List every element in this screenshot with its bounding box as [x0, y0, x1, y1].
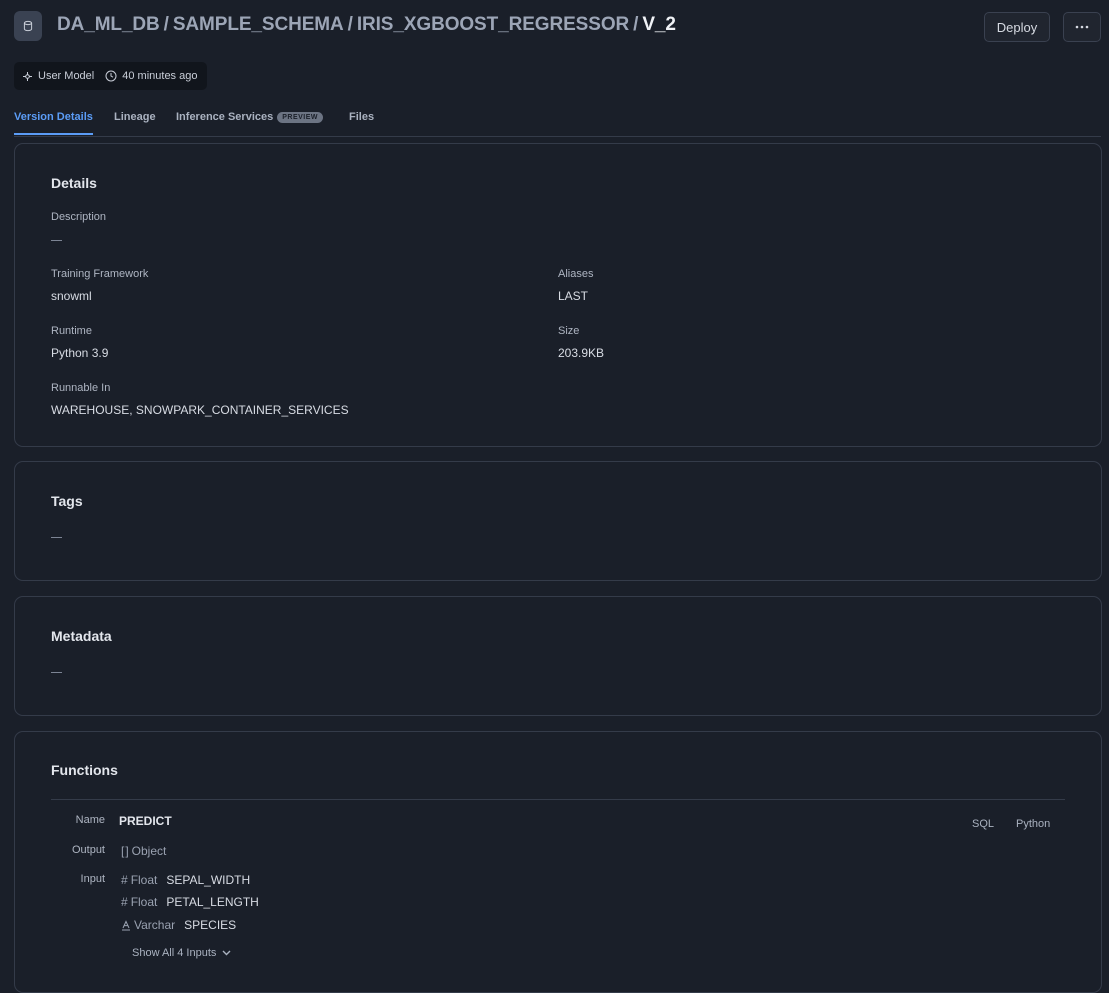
- breadcrumb-separator: /: [347, 14, 353, 35]
- input-name: SPECIES: [184, 918, 237, 932]
- functions-title: Functions: [51, 762, 118, 778]
- more-options-button[interactable]: [1063, 12, 1101, 42]
- breadcrumb-model[interactable]: IRIS_XGBOOST_REGRESSOR: [357, 14, 629, 35]
- input-name: PETAL_LENGTH: [166, 895, 259, 909]
- tags-title: Tags: [51, 493, 83, 509]
- details-card: Details Description Training Framework s…: [14, 143, 1102, 447]
- function-name-label: Name: [75, 814, 105, 826]
- output-type: Object: [131, 844, 167, 858]
- description-empty-dash: [51, 240, 62, 241]
- tab-lineage[interactable]: Lineage: [114, 111, 156, 123]
- breadcrumb-version: V_2: [642, 14, 676, 35]
- function-input-label: Input: [80, 873, 105, 885]
- input-item: # Float PETAL_LENGTH: [121, 895, 259, 909]
- metadata-card: Metadata: [14, 596, 1102, 716]
- description-label: Description: [51, 211, 107, 223]
- runtime-label: Runtime: [51, 325, 92, 337]
- text-type-icon: [122, 919, 130, 930]
- runtime-value: Python 3.9: [51, 346, 109, 360]
- breadcrumb-separator: /: [163, 14, 169, 35]
- function-output-value: [ ] Object: [121, 844, 166, 858]
- more-horizontal-icon: [1075, 25, 1089, 29]
- hash-icon: #: [121, 873, 128, 887]
- preview-badge: PREVIEW: [277, 112, 324, 123]
- object-icon: [ ]: [121, 844, 129, 858]
- model-icon: [23, 71, 32, 81]
- modified-time: 40 minutes ago: [122, 70, 198, 82]
- size-label: Size: [558, 325, 580, 337]
- show-all-inputs-button[interactable]: Show All 4 Inputs: [132, 947, 231, 959]
- breadcrumb-separator: /: [633, 14, 639, 35]
- input-item: # Float SEPAL_WIDTH: [121, 873, 250, 887]
- size-value: 203.9KB: [558, 346, 605, 360]
- aliases-value: LAST: [558, 289, 589, 303]
- input-type: Float: [130, 895, 158, 909]
- model-meta-chip: User Model 40 minutes ago: [14, 62, 208, 90]
- input-type: Varchar: [134, 918, 176, 932]
- tab-sql[interactable]: SQL: [972, 818, 994, 830]
- tab-bar: Version Details Lineage Inference Servic…: [14, 104, 1101, 137]
- tab-files[interactable]: Files: [349, 111, 374, 123]
- runnable-in-label: Runnable In: [51, 382, 111, 394]
- function-name-value: PREDICT: [119, 814, 172, 828]
- breadcrumb-database[interactable]: DA_ML_DB: [57, 14, 160, 35]
- input-item: Varchar SPECIES: [121, 918, 236, 932]
- model-type-label: User Model: [38, 70, 95, 82]
- functions-divider: [51, 799, 1065, 800]
- input-type: Float: [130, 873, 158, 887]
- tab-python[interactable]: Python: [1016, 818, 1050, 830]
- clock-icon: [105, 70, 117, 82]
- metadata-title: Metadata: [51, 628, 112, 644]
- breadcrumb: DA_ML_DB / SAMPLE_SCHEMA / IRIS_XGBOOST_REGR…: [57, 14, 676, 36]
- function-output-label: Output: [71, 844, 105, 856]
- tab-inference-services[interactable]: Inference Services PREVIEW: [176, 111, 324, 123]
- database-icon: [14, 11, 42, 41]
- show-all-inputs-label: Show All 4 Inputs: [132, 947, 217, 959]
- breadcrumb-schema[interactable]: SAMPLE_SCHEMA: [173, 14, 344, 35]
- runnable-in-value: WAREHOUSE, SNOWPARK_CONTAINER_SERVICES: [51, 403, 349, 417]
- hash-icon: #: [121, 895, 128, 909]
- page-header: DA_ML_DB / SAMPLE_SCHEMA / IRIS_XGBOOST_REGR…: [14, 11, 1101, 42]
- functions-card: Functions Name PREDICT SQL Python Output…: [14, 731, 1102, 993]
- training-framework-value: snowml: [51, 289, 92, 303]
- tab-inference-services-label: Inference Services: [176, 111, 274, 123]
- tags-empty-dash: [51, 537, 62, 538]
- tags-card: Tags: [14, 461, 1102, 581]
- details-title: Details: [51, 175, 97, 191]
- tab-version-details[interactable]: Version Details: [14, 111, 93, 135]
- input-name: SEPAL_WIDTH: [166, 873, 251, 887]
- metadata-empty-dash: [51, 672, 62, 673]
- deploy-button[interactable]: Deploy: [984, 12, 1050, 42]
- training-framework-label: Training Framework: [51, 268, 149, 280]
- chevron-down-icon: [222, 950, 231, 956]
- aliases-label: Aliases: [558, 268, 594, 280]
